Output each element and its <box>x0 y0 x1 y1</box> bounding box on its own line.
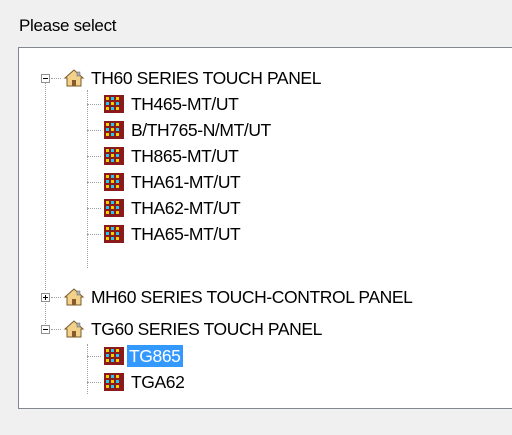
house-icon <box>63 288 85 306</box>
tree-connector <box>87 234 101 235</box>
house-icon <box>63 69 85 87</box>
tree-item-label: TH465-MT/UT <box>131 94 239 114</box>
tree-group-label: TG60 SERIES TOUCH PANEL <box>91 319 323 339</box>
tree-connector <box>51 297 61 298</box>
tree-connector <box>87 344 88 394</box>
tree-connector <box>87 104 101 105</box>
collapse-toggle[interactable] <box>41 325 50 334</box>
tree-item-label: THA62-MT/UT <box>131 198 241 218</box>
device-icon <box>104 95 124 113</box>
collapse-toggle[interactable] <box>41 74 50 83</box>
tree-item-label: THA65-MT/UT <box>131 224 241 244</box>
device-icon <box>104 121 124 139</box>
tree-connector <box>87 90 88 268</box>
tree-item-label: TGA62 <box>131 372 185 392</box>
tree-connector <box>87 130 101 131</box>
tree-group-label: TH60 SERIES TOUCH PANEL <box>91 68 322 88</box>
tree-item-label: THA61-MT/UT <box>131 172 241 192</box>
tree-connector <box>87 382 101 383</box>
device-icon <box>104 173 124 191</box>
tree-connector <box>45 78 46 290</box>
tree-item-label: TH865-MT/UT <box>131 146 239 166</box>
device-tree[interactable]: TH60 SERIES TOUCH PANEL TH465-MT/UT B/TH… <box>18 47 512 409</box>
device-icon <box>104 347 124 365</box>
tree-connector <box>51 329 61 330</box>
tree-item-label: B/TH765-N/MT/UT <box>131 120 271 140</box>
expand-toggle[interactable] <box>41 293 50 302</box>
tree-connector <box>45 298 46 328</box>
device-icon <box>104 199 124 217</box>
tree-item-label: TG865 <box>127 345 183 367</box>
device-icon <box>104 225 124 243</box>
tree-connector <box>87 356 101 357</box>
tree-connector <box>87 182 101 183</box>
tree-connector <box>87 156 101 157</box>
device-icon <box>104 373 124 391</box>
tree-group-label: MH60 SERIES TOUCH-CONTROL PANEL <box>91 287 413 307</box>
house-icon <box>63 320 85 338</box>
device-icon <box>104 147 124 165</box>
tree-connector <box>51 78 61 79</box>
caption: Please select <box>19 16 117 35</box>
tree-connector <box>87 208 101 209</box>
